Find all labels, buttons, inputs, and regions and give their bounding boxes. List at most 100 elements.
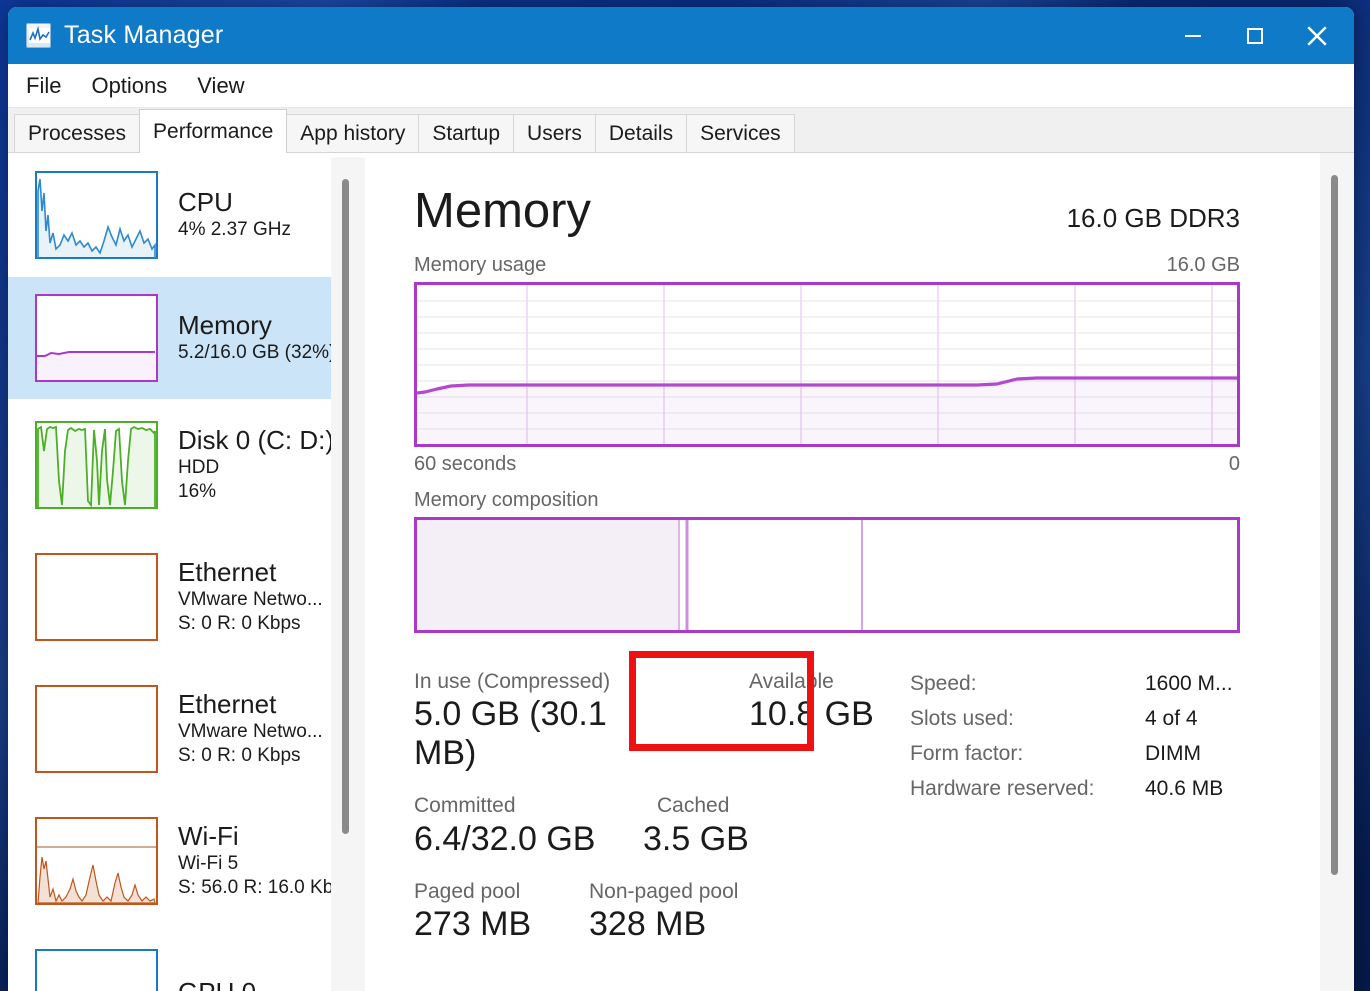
stat-non-paged-pool: Non-paged pool 328 MB [589, 879, 738, 944]
task-manager-window: Task Manager File Options View Processes… [8, 7, 1354, 991]
sidebar-item-disk-0-sub2: 16% [178, 480, 334, 504]
paged-pool-value: 273 MB [414, 905, 589, 944]
non-paged-pool-label: Non-paged pool [589, 879, 738, 905]
available-label: Available [749, 669, 874, 695]
content-area: CPU 4% 2.37 GHz Memory 5.2/16.0 GB (32%) [8, 153, 1354, 991]
sidebar-item-memory-sub: 5.2/16.0 GB (32%) [178, 341, 335, 365]
slots-used-value: 4 of 4 [1145, 707, 1233, 731]
tab-users[interactable]: Users [513, 114, 596, 152]
non-paged-pool-value: 328 MB [589, 905, 738, 944]
ethernet-1-thumbnail-graph [35, 553, 158, 641]
window-title: Task Manager [64, 21, 223, 50]
cached-label: Cached [643, 793, 749, 819]
sidebar-item-gpu-0[interactable]: GPU 0 [8, 927, 365, 991]
usage-graph-caption: Memory usage 16.0 GB [414, 254, 1240, 277]
stat-cached: Cached 3.5 GB [643, 793, 749, 858]
memory-thumbnail-graph [35, 294, 158, 382]
sidebar-scrollbar-thumb[interactable] [342, 179, 349, 834]
menu-item-file[interactable]: File [26, 73, 61, 99]
tab-services[interactable]: Services [686, 114, 795, 152]
stat-row-2: Committed 6.4/32.0 GB Cached 3.5 GB [414, 793, 904, 858]
memory-composition-bar [414, 517, 1240, 633]
sidebar-item-ethernet-2[interactable]: Ethernet VMware Netwo... S: 0 R: 0 Kbps [8, 663, 365, 795]
form-factor-value: DIMM [1145, 742, 1233, 766]
ethernet-2-thumbnail-graph [35, 685, 158, 773]
stat-paged-pool: Paged pool 273 MB [414, 879, 589, 944]
tab-startup[interactable]: Startup [418, 114, 514, 152]
tab-app-history[interactable]: App history [286, 114, 419, 152]
form-factor-label: Form factor: [910, 742, 1145, 766]
in-use-value: 5.0 GB (30.1 MB) [414, 695, 634, 773]
title-bar: Task Manager [8, 7, 1354, 64]
sidebar-item-wi-fi-sub1: Wi-Fi 5 [178, 852, 344, 876]
sidebar-item-ethernet-2-text: Ethernet VMware Netwo... S: 0 R: 0 Kbps [178, 690, 323, 767]
main-scrollbar[interactable] [1320, 153, 1354, 991]
hardware-reserved-value: 40.6 MB [1145, 777, 1233, 801]
sidebar-item-gpu-0-title: GPU 0 [178, 978, 256, 991]
page-title: Memory [414, 187, 591, 236]
sidebar-item-ethernet-1-sub1: VMware Netwo... [178, 588, 323, 612]
sidebar-item-disk-0-sub1: HDD [178, 456, 334, 480]
sidebar-item-ethernet-1[interactable]: Ethernet VMware Netwo... S: 0 R: 0 Kbps [8, 531, 365, 663]
sidebar-item-memory-text: Memory 5.2/16.0 GB (32%) [178, 311, 335, 365]
minimize-icon[interactable] [1162, 7, 1224, 64]
cached-value: 3.5 GB [643, 820, 749, 859]
sidebar-item-wi-fi-title: Wi-Fi [178, 822, 344, 852]
sidebar-item-ethernet-1-sub2: S: 0 R: 0 Kbps [178, 612, 323, 636]
slots-used-label: Slots used: [910, 707, 1145, 731]
sidebar-item-cpu-text: CPU 4% 2.37 GHz [178, 188, 291, 242]
stat-committed: Committed 6.4/32.0 GB [414, 793, 634, 858]
sidebar-item-gpu-0-text: GPU 0 [178, 978, 256, 991]
maximize-icon[interactable] [1224, 7, 1286, 64]
gpu-thumbnail-graph [35, 949, 158, 991]
committed-label: Committed [414, 793, 634, 819]
sidebar-item-ethernet-2-title: Ethernet [178, 690, 323, 720]
sidebar-item-wi-fi-sub2: S: 56.0 R: 16.0 Kbp [178, 876, 344, 900]
memory-stats-left: In use (Compressed) 5.0 GB (30.1 MB) Ava… [414, 669, 904, 958]
composition-label: Memory composition [414, 489, 599, 512]
sidebar-scrollbar[interactable] [331, 157, 365, 991]
speed-value: 1600 M... [1145, 672, 1233, 696]
tab-strip: Processes Performance App history Startu… [8, 108, 1354, 153]
in-use-label: In use (Compressed) [414, 669, 634, 695]
menu-item-options[interactable]: Options [91, 73, 167, 99]
stat-available: Available 10.8 GB [749, 669, 874, 773]
paged-pool-label: Paged pool [414, 879, 589, 905]
hardware-reserved-label: Hardware reserved: [910, 777, 1145, 801]
sidebar-item-memory[interactable]: Memory 5.2/16.0 GB (32%) [8, 277, 365, 399]
stat-in-use: In use (Compressed) 5.0 GB (30.1 MB) [414, 669, 634, 773]
speed-label: Speed: [910, 672, 1145, 696]
cpu-thumbnail-graph [35, 171, 158, 259]
usage-graph-label: Memory usage [414, 254, 546, 277]
memory-usage-graph [414, 282, 1240, 447]
sidebar-item-ethernet-1-text: Ethernet VMware Netwo... S: 0 R: 0 Kbps [178, 558, 323, 635]
main-scrollbar-thumb[interactable] [1331, 175, 1338, 875]
resource-sidebar: CPU 4% 2.37 GHz Memory 5.2/16.0 GB (32%) [8, 153, 366, 991]
tab-details[interactable]: Details [595, 114, 687, 152]
memory-header: Memory 16.0 GB DDR3 [414, 187, 1240, 236]
timeline-caption: 60 seconds 0 [414, 453, 1240, 476]
sidebar-item-ethernet-1-title: Ethernet [178, 558, 323, 588]
sidebar-item-cpu-title: CPU [178, 188, 291, 218]
menu-bar: File Options View [8, 64, 1354, 108]
menu-item-view[interactable]: View [197, 73, 244, 99]
timeline-left-label: 60 seconds [414, 453, 516, 476]
committed-value: 6.4/32.0 GB [414, 820, 634, 859]
disk-thumbnail-graph [35, 421, 158, 509]
timeline-right-label: 0 [1229, 453, 1240, 476]
usage-graph-max: 16.0 GB [1167, 254, 1240, 277]
close-icon[interactable] [1286, 7, 1348, 64]
memory-detail-panel: Memory 16.0 GB DDR3 Memory usage 16.0 GB [366, 153, 1354, 991]
sidebar-item-cpu-sub: 4% 2.37 GHz [178, 218, 291, 242]
tab-performance[interactable]: Performance [139, 109, 287, 153]
tab-processes[interactable]: Processes [14, 114, 140, 152]
sidebar-item-memory-title: Memory [178, 311, 335, 341]
composition-caption: Memory composition [414, 489, 1240, 512]
wifi-thumbnail-graph [35, 817, 158, 905]
stat-row-1: In use (Compressed) 5.0 GB (30.1 MB) Ava… [414, 669, 904, 773]
sidebar-item-cpu[interactable]: CPU 4% 2.37 GHz [8, 153, 365, 277]
memory-hardware-details: Speed: 1600 M... Slots used: 4 of 4 Form… [910, 669, 1233, 958]
stat-row-3: Paged pool 273 MB Non-paged pool 328 MB [414, 879, 904, 944]
sidebar-item-disk-0[interactable]: Disk 0 (C: D:) HDD 16% [8, 399, 365, 531]
sidebar-item-wi-fi[interactable]: Wi-Fi Wi-Fi 5 S: 56.0 R: 16.0 Kbp [8, 795, 365, 927]
